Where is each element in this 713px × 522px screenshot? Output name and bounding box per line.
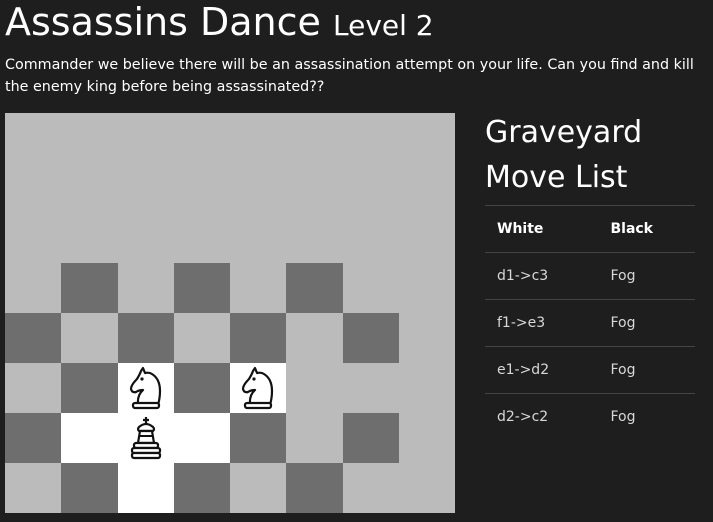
square-c2[interactable] [117, 413, 174, 463]
move-row: d2->c2 Fog [485, 393, 695, 440]
square-g7[interactable] [342, 163, 399, 213]
square-c4[interactable] [117, 313, 174, 363]
white-move: e1->d2 [485, 346, 599, 394]
square-g6[interactable] [342, 213, 399, 263]
black-move: Fog [598, 252, 695, 300]
white-king-icon[interactable] [127, 415, 165, 461]
square-c1[interactable] [117, 463, 174, 513]
square-h4[interactable] [398, 313, 455, 363]
square-a6[interactable] [5, 213, 62, 263]
square-e5[interactable] [230, 263, 287, 313]
black-move: Fog [598, 299, 695, 347]
square-g4[interactable] [342, 313, 399, 363]
level-label: Level 2 [333, 9, 434, 42]
column-header-black: Black [598, 205, 695, 253]
square-c5[interactable] [117, 263, 174, 313]
square-d6[interactable] [173, 213, 230, 263]
square-e1[interactable] [230, 463, 287, 513]
square-f7[interactable] [286, 163, 343, 213]
graveyard-heading: Graveyard [485, 115, 643, 150]
white-move: d2->c2 [485, 393, 599, 440]
square-d8[interactable] [173, 113, 230, 163]
square-h6[interactable] [398, 213, 455, 263]
square-e3[interactable] [230, 363, 287, 413]
square-e7[interactable] [230, 163, 287, 213]
square-b6[interactable] [61, 213, 118, 263]
square-g2[interactable] [342, 413, 399, 463]
square-d7[interactable] [173, 163, 230, 213]
square-c8[interactable] [117, 113, 174, 163]
square-a5[interactable] [5, 263, 62, 313]
square-g8[interactable] [342, 113, 399, 163]
white-knight-icon[interactable] [127, 365, 165, 411]
square-e8[interactable] [230, 113, 287, 163]
square-h5[interactable] [398, 263, 455, 313]
square-f8[interactable] [286, 113, 343, 163]
square-h3[interactable] [398, 363, 455, 413]
move-row: f1->e3 Fog [485, 299, 695, 347]
mission-description: Commander we believe there will be an as… [5, 57, 694, 95]
square-b8[interactable] [61, 113, 118, 163]
move-list-header-row: White Black [485, 205, 695, 253]
white-move: d1->c3 [485, 252, 599, 300]
square-h8[interactable] [398, 113, 455, 163]
square-b4[interactable] [61, 313, 118, 363]
square-e4[interactable] [230, 313, 287, 363]
column-header-white: White [485, 205, 599, 253]
square-d5[interactable] [173, 263, 230, 313]
square-c7[interactable] [117, 163, 174, 213]
square-h7[interactable] [398, 163, 455, 213]
square-c3[interactable] [117, 363, 174, 413]
black-move: Fog [598, 346, 695, 394]
square-b2[interactable] [61, 413, 118, 463]
chess-board[interactable] [5, 113, 455, 513]
square-f2[interactable] [286, 413, 343, 463]
square-c6[interactable] [117, 213, 174, 263]
square-h1[interactable] [398, 463, 455, 513]
square-a4[interactable] [5, 313, 62, 363]
square-g1[interactable] [342, 463, 399, 513]
white-move: f1->e3 [485, 299, 599, 347]
square-a1[interactable] [5, 463, 62, 513]
square-f6[interactable] [286, 213, 343, 263]
square-a8[interactable] [5, 113, 62, 163]
square-e6[interactable] [230, 213, 287, 263]
game-title: Assassins Dance [5, 0, 321, 44]
square-f1[interactable] [286, 463, 343, 513]
square-a3[interactable] [5, 363, 62, 413]
move-row: d1->c3 Fog [485, 252, 695, 300]
move-list-table: White Black d1->c3 Fog f1->e3 Fog e1->d2 Fog d… [485, 205, 695, 440]
square-e2[interactable] [230, 413, 287, 463]
page-title: Assassins Dance Level 2 [5, 0, 434, 48]
black-move: Fog [598, 393, 695, 440]
square-a7[interactable] [5, 163, 62, 213]
square-b5[interactable] [61, 263, 118, 313]
square-d1[interactable] [173, 463, 230, 513]
square-b7[interactable] [61, 163, 118, 213]
move-row: e1->d2 Fog [485, 346, 695, 394]
move-list-heading: Move List [485, 160, 628, 195]
square-d4[interactable] [173, 313, 230, 363]
white-knight-icon[interactable] [239, 365, 277, 411]
square-f4[interactable] [286, 313, 343, 363]
square-f5[interactable] [286, 263, 343, 313]
square-a2[interactable] [5, 413, 62, 463]
square-d2[interactable] [173, 413, 230, 463]
square-f3[interactable] [286, 363, 343, 413]
square-h2[interactable] [398, 413, 455, 463]
square-b3[interactable] [61, 363, 118, 413]
square-g5[interactable] [342, 263, 399, 313]
square-b1[interactable] [61, 463, 118, 513]
square-d3[interactable] [173, 363, 230, 413]
square-g3[interactable] [342, 363, 399, 413]
